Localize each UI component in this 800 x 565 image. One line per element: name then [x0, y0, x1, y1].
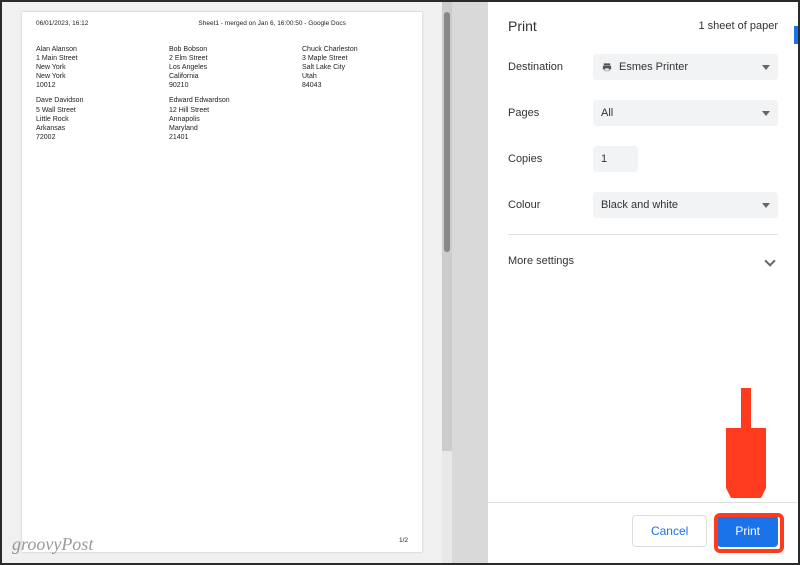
- divider: [508, 234, 778, 235]
- panel-header: Print 1 sheet of paper: [488, 2, 798, 44]
- colour-row: Colour Black and white: [508, 182, 778, 228]
- address-block: Chuck Charleston 3 Maple Street Salt Lak…: [302, 45, 397, 90]
- pages-select[interactable]: All: [593, 100, 778, 126]
- copies-input[interactable]: [593, 146, 638, 172]
- colour-label: Colour: [508, 199, 593, 211]
- more-settings-label: More settings: [508, 255, 574, 267]
- sheet-count: 1 sheet of paper: [698, 20, 778, 32]
- pages-row: Pages All: [508, 90, 778, 136]
- destination-label: Destination: [508, 61, 593, 73]
- print-preview-area: 06/01/2023, 16:12 Sheet1 - merged on Jan…: [2, 2, 442, 563]
- scrollbar-thumb[interactable]: [444, 12, 450, 252]
- page-title: Sheet1 - merged on Jan 6, 16:00:50 - Goo…: [198, 20, 345, 27]
- page-header: 06/01/2023, 16:12 Sheet1 - merged on Jan…: [36, 20, 408, 27]
- more-settings-toggle[interactable]: More settings: [508, 241, 778, 281]
- address-column-1: Alan Alanson 1 Main Street New York New …: [36, 45, 131, 142]
- pages-label: Pages: [508, 107, 593, 119]
- watermark: groovyPost: [12, 534, 93, 555]
- address-block: Dave Davidson 5 Wall Street Little Rock …: [36, 96, 131, 141]
- page-number: 1/2: [399, 537, 408, 544]
- destination-select[interactable]: Esmes Printer: [593, 54, 778, 80]
- destination-value: Esmes Printer: [619, 61, 688, 73]
- cancel-button[interactable]: Cancel: [632, 515, 707, 547]
- colour-select[interactable]: Black and white: [593, 192, 778, 218]
- settings-list: Destination Esmes Printer Pages All: [488, 44, 798, 502]
- preview-scrollbar[interactable]: [442, 2, 452, 451]
- panel-title: Print: [508, 18, 537, 34]
- address-column-2: Bob Bobson 2 Elm Street Los Angeles Cali…: [169, 45, 264, 142]
- address-grid: Alan Alanson 1 Main Street New York New …: [36, 45, 408, 142]
- address-column-3: Chuck Charleston 3 Maple Street Salt Lak…: [302, 45, 397, 142]
- chevron-down-icon: [762, 203, 770, 208]
- gap-region: [452, 2, 492, 563]
- address-block: Alan Alanson 1 Main Street New York New …: [36, 45, 131, 90]
- chevron-down-icon: [762, 111, 770, 116]
- address-block: Edward Edwardson 12 Hill Street Annapoli…: [169, 96, 264, 141]
- pages-value: All: [601, 107, 613, 119]
- preview-page: 06/01/2023, 16:12 Sheet1 - merged on Jan…: [22, 12, 422, 552]
- chevron-down-icon: [762, 65, 770, 70]
- edge-accent: [794, 26, 798, 44]
- destination-row: Destination Esmes Printer: [508, 44, 778, 90]
- copies-row: Copies: [508, 136, 778, 182]
- print-settings-panel: Print 1 sheet of paper Destination Esmes…: [488, 2, 798, 563]
- printer-icon: [601, 62, 613, 73]
- panel-footer: Cancel Print: [488, 502, 798, 563]
- colour-value: Black and white: [601, 199, 678, 211]
- address-block: Bob Bobson 2 Elm Street Los Angeles Cali…: [169, 45, 264, 90]
- page-timestamp: 06/01/2023, 16:12: [36, 20, 88, 27]
- chevron-down-icon: [764, 255, 775, 266]
- print-button[interactable]: Print: [717, 515, 778, 547]
- copies-label: Copies: [508, 153, 593, 165]
